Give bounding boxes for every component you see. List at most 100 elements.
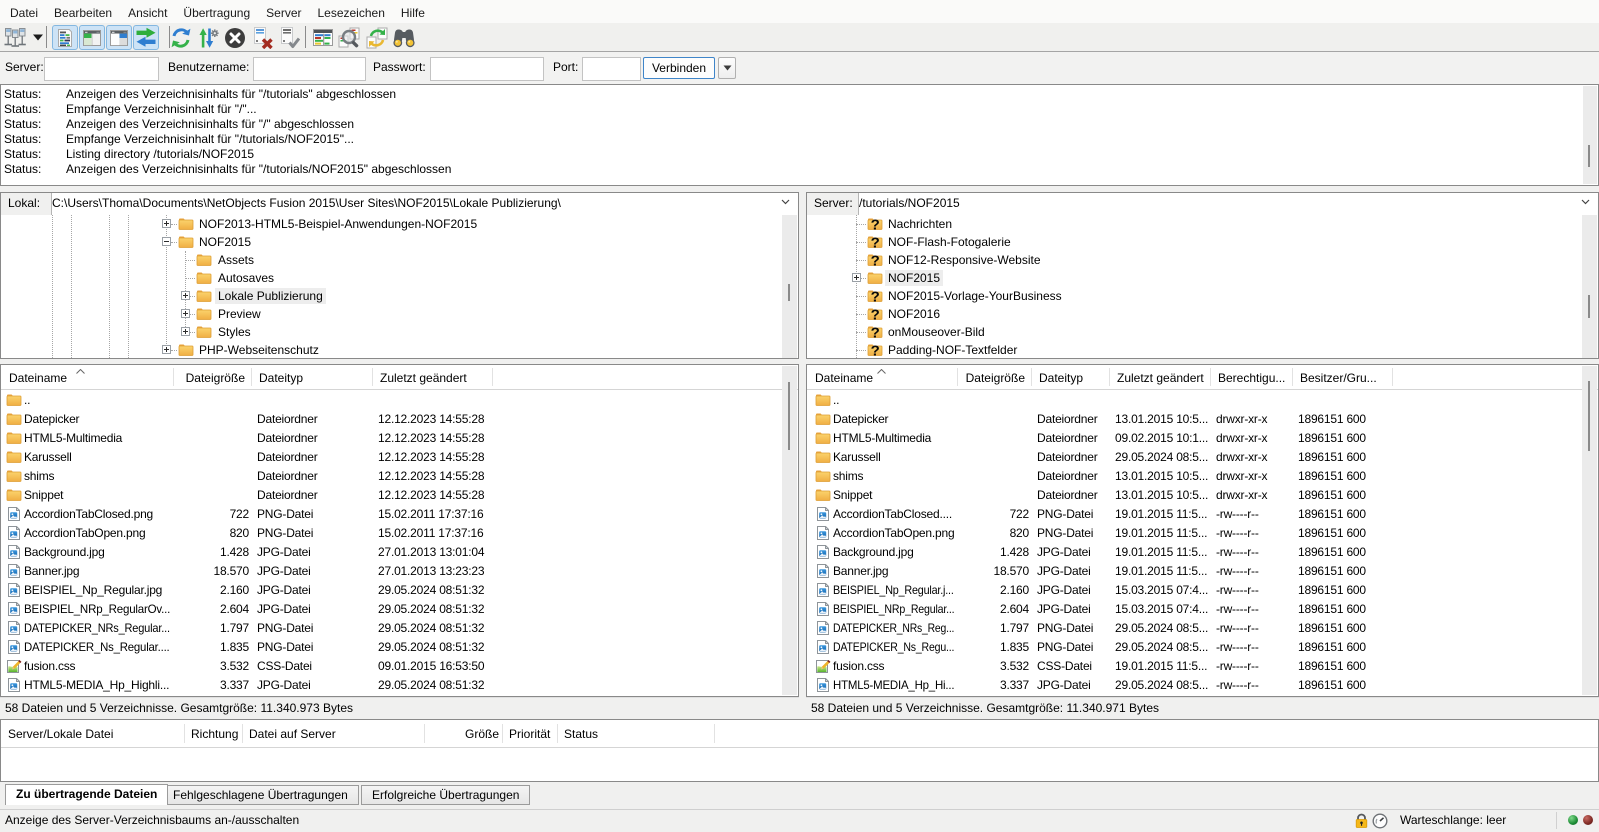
filter-button[interactable]	[310, 25, 336, 50]
column-separator[interactable]	[1210, 368, 1211, 386]
cancel-button[interactable]	[222, 25, 248, 50]
file-row[interactable]: AccordionTabOpen.png820PNG-Datei19.01.20…	[807, 524, 1598, 543]
column-separator[interactable]	[1109, 368, 1110, 386]
tree-item[interactable]: NOF2015	[1, 233, 798, 251]
queue-tab[interactable]: Fehlgeschlagene Übertragungen	[162, 785, 359, 805]
queue-column-header[interactable]: Richtung	[191, 720, 239, 747]
tree-item[interactable]: NOF2015	[807, 269, 1598, 287]
file-row[interactable]: BEISPIEL_Np_Regular.jpg2.160JPG-Datei29.…	[1, 581, 798, 600]
file-row[interactable]: HTML5-MultimediaDateiordner09.02.2015 10…	[807, 429, 1598, 448]
find-files-button[interactable]	[391, 25, 417, 50]
queue-column-header[interactable]: Größe	[431, 720, 499, 747]
file-row[interactable]: BEISPIEL_NRp_Regular...2.604JPG-Datei15.…	[807, 600, 1598, 619]
column-header[interactable]: Dateiname	[9, 365, 167, 389]
local-path-combobox[interactable]: C:\Users\Thoma\Documents\NetObjects Fusi…	[52, 193, 778, 215]
log-scrollbar[interactable]	[1583, 86, 1597, 184]
tree-item[interactable]: ? Nachrichten	[807, 215, 1598, 233]
file-row[interactable]: HTML5-MultimediaDateiordner12.12.2023 14…	[1, 429, 798, 448]
tree-expand-icon[interactable]	[181, 309, 190, 318]
file-row[interactable]: Banner.jpg18.570JPG-Datei27.01.2013 13:2…	[1, 562, 798, 581]
tree-item[interactable]: Preview	[1, 305, 798, 323]
tree-scrollbar[interactable]	[1582, 215, 1597, 358]
tree-item[interactable]: ? NOF12-Responsive-Website	[807, 251, 1598, 269]
file-row[interactable]: BEISPIEL_Np_Regular.j...2.160JPG-Datei15…	[807, 581, 1598, 600]
local-file-list[interactable]: DateinameDateigrößeDateitypZuletzt geänd…	[0, 364, 799, 697]
password-input[interactable]	[430, 57, 544, 81]
column-header[interactable]: Dateityp	[259, 365, 366, 389]
process-queue-button[interactable]	[195, 25, 221, 50]
file-row[interactable]: shimsDateiordner13.01.2015 10:5...drwxr-…	[807, 467, 1598, 486]
file-row[interactable]: HTML5-MEDIA_Hp_Hi...3.337JPG-Datei29.05.…	[807, 676, 1598, 695]
tree-expand-icon[interactable]	[181, 291, 190, 300]
tree-item[interactable]: NOF2013-HTML5-Beispiel-Anwendungen-NOF20…	[1, 215, 798, 233]
queue-column-separator[interactable]	[184, 724, 185, 743]
file-row[interactable]: AccordionTabOpen.png820PNG-Datei15.02.20…	[1, 524, 798, 543]
queue-column-separator[interactable]	[502, 724, 503, 743]
column-header[interactable]: Dateigröße	[181, 365, 245, 389]
file-row[interactable]: shimsDateiordner12.12.2023 14:55:28	[1, 467, 798, 486]
synchronized-browsing-button[interactable]	[364, 25, 390, 50]
file-row[interactable]: DatepickerDateiordner13.01.2015 10:5...d…	[807, 410, 1598, 429]
menu-ansicht[interactable]: Ansicht	[120, 0, 175, 23]
menu-server[interactable]: Server	[258, 0, 309, 23]
tree-item[interactable]: ? onMouseover-Bild	[807, 323, 1598, 341]
column-header[interactable]: Dateigröße	[965, 365, 1025, 389]
file-row[interactable]: fusion.css3.532CSS-Datei09.01.2015 16:53…	[1, 657, 798, 676]
column-separator[interactable]	[173, 368, 174, 386]
tree-scrollbar-thumb[interactable]	[788, 284, 790, 301]
tree-expand-icon[interactable]	[181, 327, 190, 336]
file-row[interactable]: Background.jpg1.428JPG-Datei19.01.2015 1…	[807, 543, 1598, 562]
remote-path-combobox[interactable]: /tutorials/NOF2015	[859, 193, 1578, 215]
file-row[interactable]: Banner.jpg18.570JPG-Datei19.01.2015 11:5…	[807, 562, 1598, 581]
menu-datei[interactable]: Datei	[2, 0, 46, 23]
menu-bearbeiten[interactable]: Bearbeiten	[46, 0, 120, 23]
remote-tree[interactable]: ? Nachrichten ? NOF-Flash-Fotogalerie ? …	[806, 215, 1599, 359]
reconnect-button[interactable]	[276, 25, 302, 50]
queue-tab[interactable]: Zu übertragende Dateien	[5, 784, 168, 805]
lock-icon[interactable]	[1354, 813, 1369, 829]
username-input[interactable]	[253, 57, 366, 81]
queue-column-separator[interactable]	[714, 724, 715, 743]
file-list-scrollbar-thumb[interactable]	[788, 382, 790, 450]
queue-tab[interactable]: Erfolgreiche Übertragungen	[361, 785, 530, 805]
queue-column-separator[interactable]	[242, 724, 243, 743]
tree-item[interactable]: Lokale Publizierung	[1, 287, 798, 305]
column-header[interactable]: Besitzer/Gru...	[1300, 365, 1386, 389]
file-row[interactable]: Background.jpg1.428JPG-Datei27.01.2013 1…	[1, 543, 798, 562]
column-header[interactable]: Zuletzt geändert	[1117, 365, 1204, 389]
file-row[interactable]: KarussellDateiordner29.05.2024 08:5...dr…	[807, 448, 1598, 467]
column-separator[interactable]	[492, 368, 493, 386]
file-row[interactable]: AccordionTabClosed.png722PNG-Datei15.02.…	[1, 505, 798, 524]
connect-dropdown-button[interactable]	[718, 57, 736, 79]
column-header[interactable]: Berechtigu...	[1218, 365, 1286, 389]
file-row[interactable]: KarussellDateiordner12.12.2023 14:55:28	[1, 448, 798, 467]
file-row[interactable]: AccordionTabClosed....722PNG-Datei19.01.…	[807, 505, 1598, 524]
menu-hilfe[interactable]: Hilfe	[393, 0, 433, 23]
tree-item[interactable]: Styles	[1, 323, 798, 341]
column-header[interactable]: Dateityp	[1039, 365, 1103, 389]
port-input[interactable]	[582, 57, 641, 81]
queue-column-header[interactable]: Server/Lokale Datei	[8, 720, 181, 747]
queue-column-separator[interactable]	[557, 724, 558, 743]
column-separator[interactable]	[1031, 368, 1032, 386]
file-row[interactable]: fusion.css3.532CSS-Datei19.01.2015 11:5.…	[807, 657, 1598, 676]
site-manager-button[interactable]	[2, 25, 28, 50]
log-scrollbar-thumb[interactable]	[1588, 145, 1590, 167]
menu--bertragung[interactable]: Übertragung	[175, 0, 258, 23]
tree-expand-icon[interactable]	[162, 219, 171, 228]
tree-expand-icon[interactable]	[162, 345, 171, 354]
queue-column-header[interactable]: Priorität	[509, 720, 554, 747]
tree-collapse-icon[interactable]	[162, 237, 171, 246]
local-tree[interactable]: NOF2013-HTML5-Beispiel-Anwendungen-NOF20…	[0, 215, 799, 359]
column-separator[interactable]	[1392, 368, 1393, 386]
column-separator[interactable]	[372, 368, 373, 386]
site-manager-dropdown-button[interactable]	[31, 25, 45, 50]
file-row[interactable]: DATEPICKER_NRs_Reg...1.797PNG-Datei29.05…	[807, 619, 1598, 638]
tree-item[interactable]: ? NOF2016	[807, 305, 1598, 323]
directory-comparison-button[interactable]	[337, 25, 363, 50]
file-row[interactable]: DATEPICKER_Ns_Regular....1.835PNG-Datei2…	[1, 638, 798, 657]
disconnect-button[interactable]	[249, 25, 275, 50]
toggle-remote-tree-button[interactable]	[106, 25, 132, 50]
tree-item[interactable]: ? NOF2015-Vorlage-YourBusiness	[807, 287, 1598, 305]
file-row[interactable]: DatepickerDateiordner12.12.2023 14:55:28	[1, 410, 798, 429]
